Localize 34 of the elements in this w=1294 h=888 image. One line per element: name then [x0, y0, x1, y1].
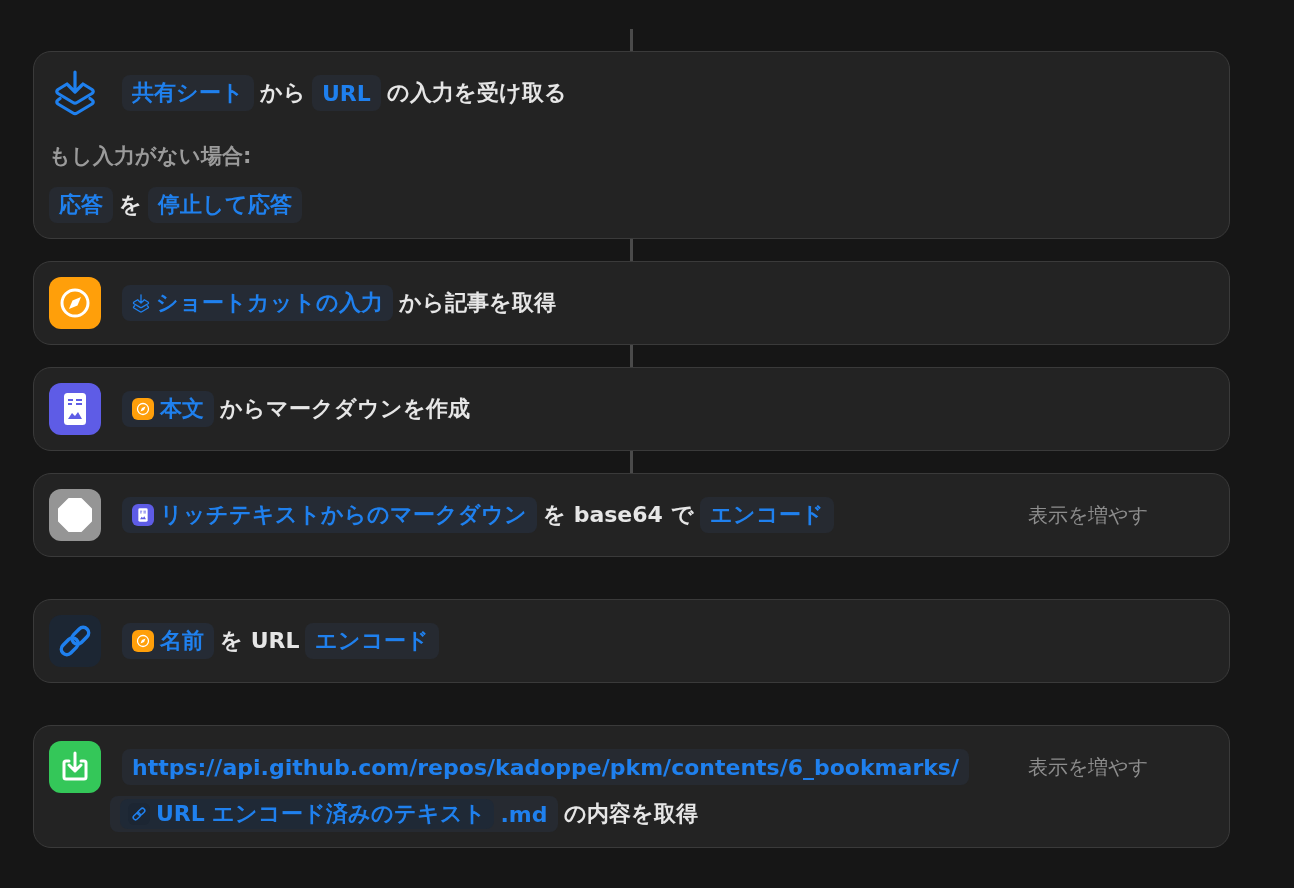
action-text: を base64 で: [543, 501, 694, 529]
parameter-token[interactable]: 停止して応答: [148, 187, 302, 223]
action-text: の入力を受け取る: [386, 79, 567, 107]
fallback-label: もし入力がない場合:: [49, 143, 253, 170]
parameter-token[interactable]: エンコード: [699, 497, 834, 533]
parameter-token[interactable]: エンコード: [305, 623, 440, 659]
document-icon: [132, 504, 154, 526]
variable-token[interactable]: 本文: [122, 391, 214, 427]
compass-icon: [132, 398, 154, 420]
variable-token[interactable]: 名前: [122, 623, 214, 659]
compass-icon: [49, 277, 101, 329]
document-icon: [49, 383, 101, 435]
token-text: .md: [500, 801, 548, 827]
variable-token[interactable]: リッチテキストからのマークダウン: [122, 497, 537, 533]
parameter-token[interactable]: URL: [312, 75, 381, 111]
action-text: を URL: [220, 627, 300, 655]
parameter-token[interactable]: 共有シート: [122, 75, 254, 111]
action-text: からマークダウンを作成: [220, 395, 470, 423]
parameter-token[interactable]: 応答: [49, 187, 113, 223]
layers-download-icon: [132, 293, 150, 313]
action-text: から記事を取得: [399, 289, 556, 317]
layers-download-icon: [53, 70, 97, 116]
parameter-token[interactable]: https://api.github.com/repos/kadoppe/pkm/contents/6_bookmarks/: [122, 749, 969, 785]
action-text: から: [260, 79, 306, 107]
variable-token[interactable]: ショートカットの入力: [122, 285, 393, 321]
parameter-token[interactable]: URL エンコード済みのテキスト .md: [110, 796, 558, 832]
action-text: を: [119, 191, 142, 219]
show-more-button[interactable]: 表示を増やす: [1028, 749, 1148, 785]
show-more-button[interactable]: 表示を増やす: [1028, 497, 1148, 533]
download-icon: [49, 741, 101, 793]
action-text: の内容を取得: [563, 800, 698, 828]
variable-token[interactable]: URL エンコード済みのテキスト: [120, 799, 495, 829]
link-icon: [49, 615, 101, 667]
compass-icon: [132, 630, 154, 652]
